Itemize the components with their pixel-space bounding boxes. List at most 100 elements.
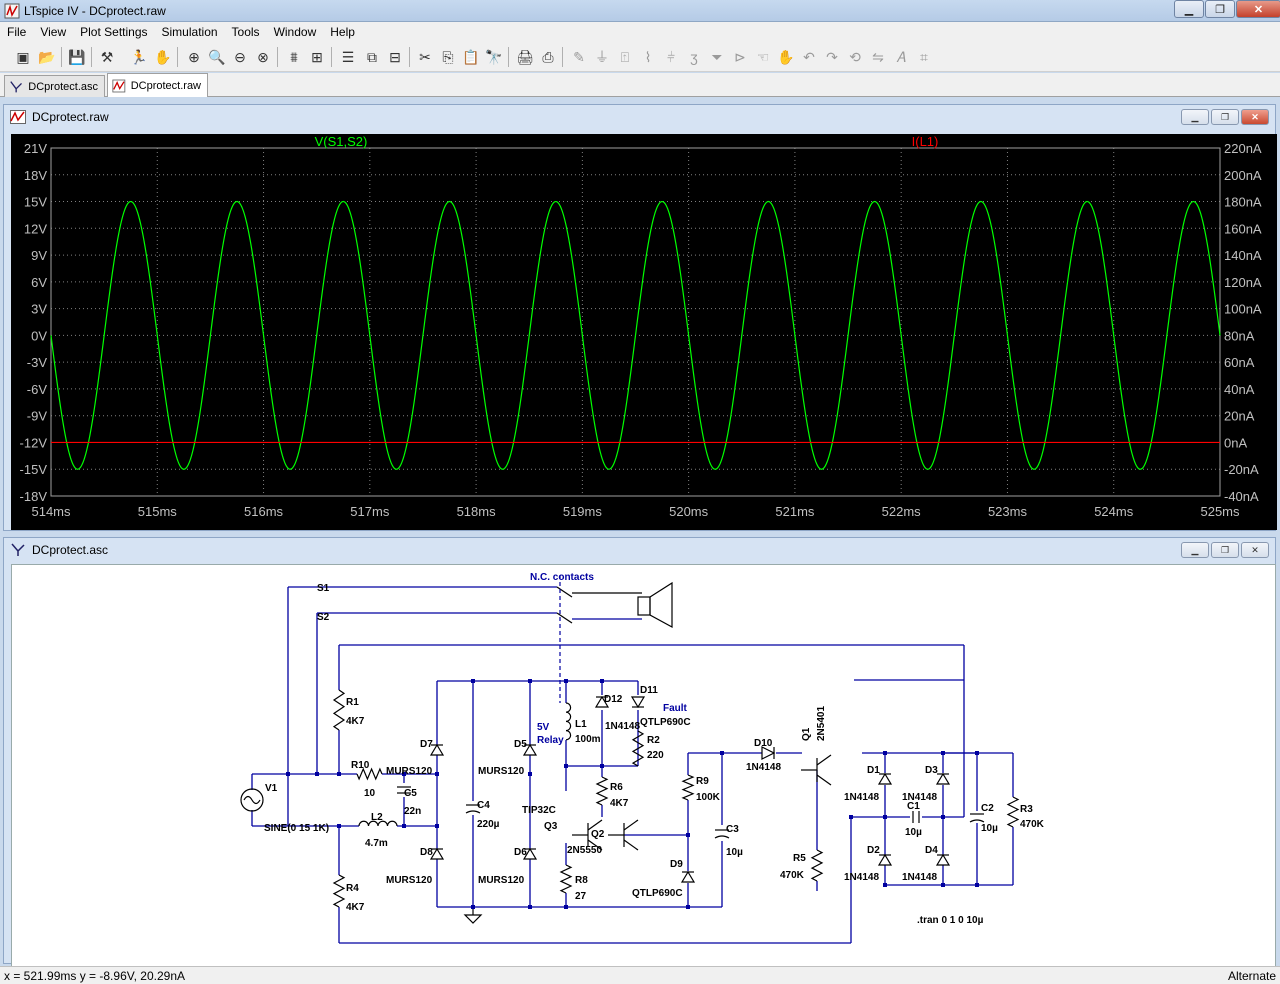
label-relay-line1: 5V bbox=[537, 722, 550, 733]
menu-plot-settings[interactable]: Plot Settings bbox=[73, 25, 154, 39]
control-panel-icon[interactable]: ⚒ bbox=[97, 47, 117, 67]
zoom-fit-icon[interactable]: ⊞ bbox=[307, 47, 327, 67]
resistor-r6 bbox=[595, 776, 609, 806]
menu-file[interactable]: File bbox=[0, 25, 33, 39]
wire-icon[interactable]: ✎ bbox=[569, 47, 589, 67]
x-tick-label: 517ms bbox=[350, 504, 390, 519]
spice-directive-tran: .tran 0 1 0 10µ bbox=[917, 915, 984, 926]
redo-icon[interactable]: ↷ bbox=[822, 47, 842, 67]
capacitor-icon[interactable]: ⫩ bbox=[661, 47, 681, 67]
plot-close-button[interactable]: ✕ bbox=[1241, 109, 1269, 125]
undo-icon[interactable]: ↶ bbox=[799, 47, 819, 67]
y-right-tick-label: 100nA bbox=[1224, 302, 1262, 317]
paste-icon[interactable]: 📋 bbox=[461, 47, 481, 67]
schematic-components bbox=[240, 575, 1020, 924]
open-schematic-icon[interactable]: ▣ bbox=[13, 47, 33, 67]
relay-contacts bbox=[556, 575, 642, 703]
cascade-icon[interactable]: ⧉ bbox=[362, 47, 382, 67]
menu-tools[interactable]: Tools bbox=[225, 25, 267, 39]
junction-dot bbox=[600, 679, 604, 683]
menu-simulation[interactable]: Simulation bbox=[155, 25, 225, 39]
rotate-icon[interactable]: ⟲ bbox=[845, 47, 865, 67]
junction-dot bbox=[600, 764, 604, 768]
plot-minimize-button[interactable]: ▁ bbox=[1181, 109, 1209, 125]
toolbar-separator bbox=[508, 47, 509, 67]
component-icon[interactable]: ⊳ bbox=[730, 47, 750, 67]
menu-help[interactable]: Help bbox=[323, 25, 362, 39]
y-left-tick-label: 18V bbox=[24, 168, 47, 183]
close-button[interactable]: ✕ bbox=[1236, 0, 1280, 18]
tile-vertical-icon[interactable]: ⊟ bbox=[385, 47, 405, 67]
copy-icon[interactable]: ⎘ bbox=[438, 47, 458, 67]
zoom-cancel-icon[interactable]: ⊗ bbox=[253, 47, 273, 67]
net-label-s1: S1 bbox=[317, 583, 330, 594]
menu-view[interactable]: View bbox=[33, 25, 73, 39]
part-value-d10: 1N4148 bbox=[746, 762, 781, 773]
drag-icon[interactable]: ✋ bbox=[776, 47, 796, 67]
diode-icon[interactable]: ⏷ bbox=[707, 47, 727, 67]
mirror-icon[interactable]: ⇋ bbox=[868, 47, 888, 67]
minimize-button[interactable]: ▁ bbox=[1174, 0, 1204, 18]
ground-icon[interactable]: ⏚ bbox=[592, 47, 612, 67]
y-left-tick-label: 15V bbox=[24, 195, 47, 210]
text-icon[interactable]: 𝐴 bbox=[891, 47, 911, 67]
part-ref-r10: R10 bbox=[351, 760, 370, 771]
print-setup-icon[interactable]: 🖨 bbox=[515, 47, 535, 67]
part-value-c2: 10µ bbox=[981, 823, 998, 834]
waveform-chart[interactable]: 514ms 515ms 516ms 517ms 518ms 519ms 520ms 521ms… bbox=[11, 134, 1277, 530]
plot-restore-button[interactable]: ❐ bbox=[1211, 109, 1239, 125]
part-ref-c2: C2 bbox=[981, 803, 994, 814]
part-ref-r2: R2 bbox=[647, 735, 660, 746]
zoom-out-icon[interactable]: ⊖ bbox=[230, 47, 250, 67]
part-value-d11: QTLP690C bbox=[640, 717, 691, 728]
save-icon[interactable]: 💾 bbox=[67, 47, 87, 67]
schematic-canvas[interactable]: N.C. contacts S1 S2 Fault 5V Relay .tran 0 1 0… bbox=[11, 564, 1276, 971]
maximize-button[interactable]: ❐ bbox=[1205, 0, 1235, 18]
print-icon[interactable]: ⎙ bbox=[538, 47, 558, 67]
x-tick-label: 521ms bbox=[775, 504, 815, 519]
menu-window[interactable]: Window bbox=[267, 25, 324, 39]
window-title: LTspice IV - DCprotect.raw bbox=[24, 4, 166, 18]
resistor-r2 bbox=[631, 730, 645, 767]
zoom-in-icon[interactable]: ⊕ bbox=[184, 47, 204, 67]
resistor-icon[interactable]: ⌇ bbox=[638, 47, 658, 67]
zoom-box-icon[interactable]: 🔍 bbox=[207, 47, 227, 67]
junction-dot bbox=[286, 772, 290, 776]
transistor-q1 bbox=[801, 754, 832, 786]
schematic-restore-button[interactable]: ❐ bbox=[1211, 542, 1239, 558]
part-value-c1: 10µ bbox=[905, 827, 922, 838]
move-icon[interactable]: ☜ bbox=[753, 47, 773, 67]
diode-d11 bbox=[630, 696, 646, 709]
label-nc-contacts: N.C. contacts bbox=[530, 572, 594, 583]
autorange-icon[interactable]: ⩩ bbox=[284, 47, 304, 67]
series-voltage-line bbox=[50, 200, 1221, 470]
junction-dot bbox=[564, 679, 568, 683]
junction-dot bbox=[435, 824, 439, 828]
junction-dot bbox=[528, 679, 532, 683]
tab-dcprotect-asc[interactable]: DCprotect.asc bbox=[4, 75, 105, 97]
y-right-tick-label: 160nA bbox=[1224, 221, 1262, 236]
schematic-minimize-button[interactable]: ▁ bbox=[1181, 542, 1209, 558]
schematic-window-title: DCprotect.asc bbox=[32, 543, 109, 557]
cut-icon[interactable]: ✂ bbox=[415, 47, 435, 67]
label-net-icon[interactable]: ⍐ bbox=[615, 47, 635, 67]
tile-horizontal-icon[interactable]: ☰ bbox=[338, 47, 358, 67]
toolbar-separator bbox=[277, 47, 278, 67]
part-ref-c1: C1 bbox=[907, 801, 920, 812]
part-ref-q3: Q3 bbox=[544, 821, 558, 832]
pan-hand-icon[interactable]: ✋ bbox=[153, 47, 173, 67]
schematic-icon bbox=[11, 543, 25, 556]
run-icon[interactable]: 🏃 bbox=[129, 47, 149, 67]
part-value-c3: 10µ bbox=[726, 847, 743, 858]
open-file-icon[interactable]: 📂 bbox=[37, 47, 57, 67]
label-source-sine: SINE(0 15 1K) bbox=[264, 823, 329, 834]
diode-d1 bbox=[877, 772, 893, 785]
find-icon[interactable]: 🔭 bbox=[484, 47, 504, 67]
x-tick-label: 523ms bbox=[988, 504, 1028, 519]
schematic-drawing[interactable]: N.C. contacts S1 S2 Fault 5V Relay .tran 0 1 0… bbox=[12, 565, 1275, 970]
spice-directive-icon[interactable]: ⌗ bbox=[914, 47, 934, 67]
inductor-icon[interactable]: ʒ bbox=[684, 47, 704, 67]
tab-dcprotect-raw[interactable]: DCprotect.raw bbox=[107, 73, 208, 97]
waveform-plot-pane[interactable]: 514ms 515ms 516ms 517ms 518ms 519ms 520ms 521ms… bbox=[11, 134, 1277, 530]
schematic-close-button[interactable]: ✕ bbox=[1241, 542, 1269, 558]
